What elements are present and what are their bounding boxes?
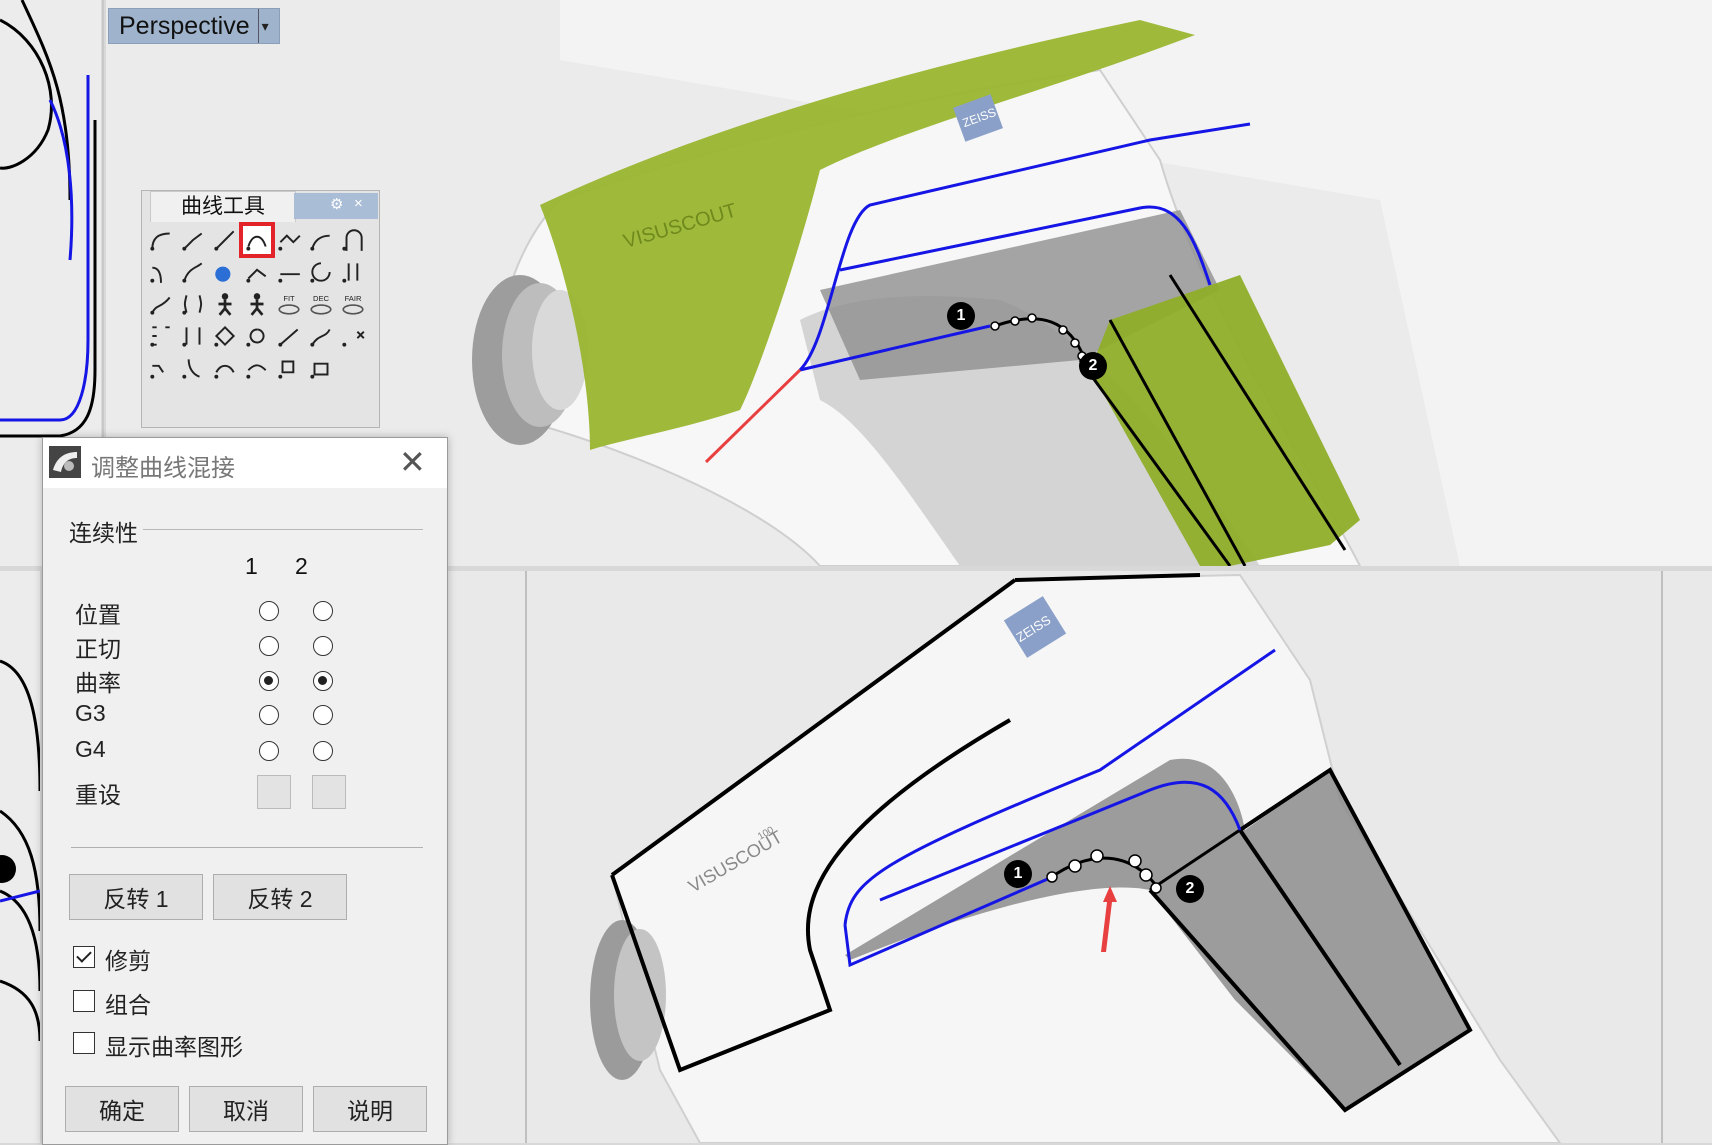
row-label-tangency: 正切 bbox=[75, 636, 121, 662]
fair-label-icon[interactable]: FAIR bbox=[338, 289, 368, 319]
polygon-icon[interactable] bbox=[210, 321, 240, 351]
toolbar-buttons: FIT DEC FAIR bbox=[146, 222, 374, 385]
fillet-corners-icon[interactable] bbox=[146, 257, 176, 287]
fillet-curve-icon[interactable] bbox=[146, 225, 176, 255]
radio-position-1[interactable] bbox=[259, 601, 279, 621]
fit-figure-icon[interactable] bbox=[210, 289, 240, 319]
dec-label-icon[interactable]: DEC bbox=[306, 289, 336, 319]
blend-marker-2-bottom: 2 bbox=[1176, 875, 1204, 903]
dialog-separator bbox=[71, 847, 423, 848]
connect-curve-icon[interactable] bbox=[274, 225, 304, 255]
row-label-position: 位置 bbox=[75, 602, 121, 628]
dialog-title: 调整曲线混接 bbox=[91, 455, 235, 482]
fit-label-icon[interactable]: FIT bbox=[274, 289, 304, 319]
reset-button-2[interactable] bbox=[312, 775, 346, 809]
svg-text:DEC: DEC bbox=[313, 294, 330, 303]
rhino-app-icon bbox=[49, 446, 81, 478]
row-label-g4: G4 bbox=[75, 736, 106, 762]
flip-2-button[interactable]: 反转 2 bbox=[213, 874, 347, 920]
trim-checkbox[interactable] bbox=[73, 946, 95, 968]
trim-icon[interactable] bbox=[146, 353, 176, 383]
toolbar-title[interactable]: 曲线工具 bbox=[150, 191, 296, 222]
radio-tangency-1[interactable] bbox=[259, 636, 279, 656]
blend-marker-1-bottom: 1 bbox=[1004, 860, 1032, 888]
remove-knot-icon[interactable] bbox=[338, 321, 368, 351]
continuity-group-line bbox=[143, 529, 423, 530]
flip-1-button[interactable]: 反转 1 bbox=[69, 874, 203, 920]
chamfer-curve-icon[interactable] bbox=[178, 225, 208, 255]
blend-marker-1: 1 bbox=[947, 302, 975, 330]
continuity-group-label: 连续性 bbox=[69, 514, 144, 548]
extend-curve-icon[interactable] bbox=[274, 257, 304, 287]
sweep-icon[interactable] bbox=[146, 289, 176, 319]
match-curve-icon[interactable] bbox=[338, 257, 368, 287]
cancel-button[interactable]: 取消 bbox=[189, 1086, 303, 1132]
close-icon[interactable]: ✕ bbox=[399, 444, 426, 480]
cylinder-icon[interactable] bbox=[306, 353, 336, 383]
bottom-model: ZEISS VISUSCOUT 100 bbox=[525, 571, 1663, 1143]
arc-icon[interactable] bbox=[242, 353, 272, 383]
join-label: 组合 bbox=[105, 992, 151, 1018]
radio-g4-2[interactable] bbox=[313, 741, 333, 761]
radio-curvature-2[interactable] bbox=[313, 671, 333, 691]
toolbar-empty-slot bbox=[338, 353, 368, 383]
symmetry-icon[interactable] bbox=[178, 289, 208, 319]
adjustable-blend-curve-icon[interactable] bbox=[239, 222, 275, 258]
join-checkbox[interactable] bbox=[73, 990, 95, 1012]
viewport-title: Perspective bbox=[119, 12, 250, 40]
ok-button[interactable]: 确定 bbox=[65, 1086, 179, 1132]
radio-position-2[interactable] bbox=[313, 601, 333, 621]
smooth-icon[interactable] bbox=[210, 353, 240, 383]
column-header-1: 1 bbox=[245, 553, 258, 579]
boolean-region-icon[interactable] bbox=[274, 353, 304, 383]
arc-handle-icon[interactable] bbox=[178, 353, 208, 383]
toolbar-titlebar[interactable]: 曲线工具 ⚙ × bbox=[142, 191, 379, 222]
viewport-left-bottom[interactable] bbox=[0, 571, 40, 1143]
row-label-curvature: 曲率 bbox=[75, 670, 121, 696]
offset-on-surface-icon[interactable] bbox=[306, 257, 336, 287]
reset-button-1[interactable] bbox=[257, 775, 291, 809]
trim-label: 修剪 bbox=[105, 948, 151, 974]
left-bottom-drawing bbox=[0, 659, 40, 1042]
radio-g3-1[interactable] bbox=[259, 705, 279, 725]
arch-curve-icon[interactable] bbox=[338, 225, 368, 255]
viewport-bottom[interactable]: ZEISS VISUSCOUT 100 1 2 bbox=[446, 571, 1712, 1143]
show-curvature-checkbox[interactable] bbox=[73, 1032, 95, 1054]
toolbar-title-right: ⚙ × bbox=[294, 193, 378, 219]
fit-figure-2-icon[interactable] bbox=[242, 289, 272, 319]
gear-icon[interactable]: ⚙ bbox=[330, 195, 343, 213]
rebuild-curve-icon[interactable] bbox=[242, 321, 272, 351]
blend-curve-icon[interactable] bbox=[210, 225, 240, 255]
help-button[interactable]: 说明 bbox=[313, 1086, 427, 1132]
column-header-2: 2 bbox=[295, 553, 308, 579]
edit-points-icon[interactable] bbox=[178, 321, 208, 351]
blend-marker-2: 2 bbox=[1079, 352, 1107, 380]
radio-g3-2[interactable] bbox=[313, 705, 333, 725]
svg-text:FIT: FIT bbox=[283, 294, 295, 303]
adjust-blend-dialog: 调整曲线混接 ✕ 连续性 1 2 位置 正切 曲率 G3 G4 重设 反转 1 … bbox=[42, 437, 448, 1145]
offset-curve-icon[interactable] bbox=[306, 225, 336, 255]
viewport-dropdown-icon[interactable]: ▾ bbox=[257, 9, 269, 43]
insert-knot-icon[interactable] bbox=[274, 321, 304, 351]
control-points-icon[interactable] bbox=[146, 321, 176, 351]
row-label-g3: G3 bbox=[75, 700, 106, 726]
show-curvature-label: 显示曲率图形 bbox=[105, 1034, 243, 1060]
dialog-titlebar[interactable]: 调整曲线混接 ✕ bbox=[43, 438, 447, 488]
curve-on-surface-icon[interactable] bbox=[242, 257, 272, 287]
viewport-title-tab[interactable]: Perspective ▾ bbox=[108, 8, 280, 44]
sphere-icon[interactable] bbox=[210, 257, 240, 287]
curve-tools-toolbar: 曲线工具 ⚙ × FIT DEC FAIR bbox=[141, 190, 380, 428]
refit-curve-icon[interactable] bbox=[306, 321, 336, 351]
radio-tangency-2[interactable] bbox=[313, 636, 333, 656]
close-icon[interactable]: × bbox=[354, 195, 363, 212]
radio-g4-1[interactable] bbox=[259, 741, 279, 761]
svg-text:FAIR: FAIR bbox=[345, 294, 362, 303]
radio-curvature-1[interactable] bbox=[259, 671, 279, 691]
row-label-reset: 重设 bbox=[75, 782, 121, 808]
blend-perp-icon[interactable] bbox=[178, 257, 208, 287]
